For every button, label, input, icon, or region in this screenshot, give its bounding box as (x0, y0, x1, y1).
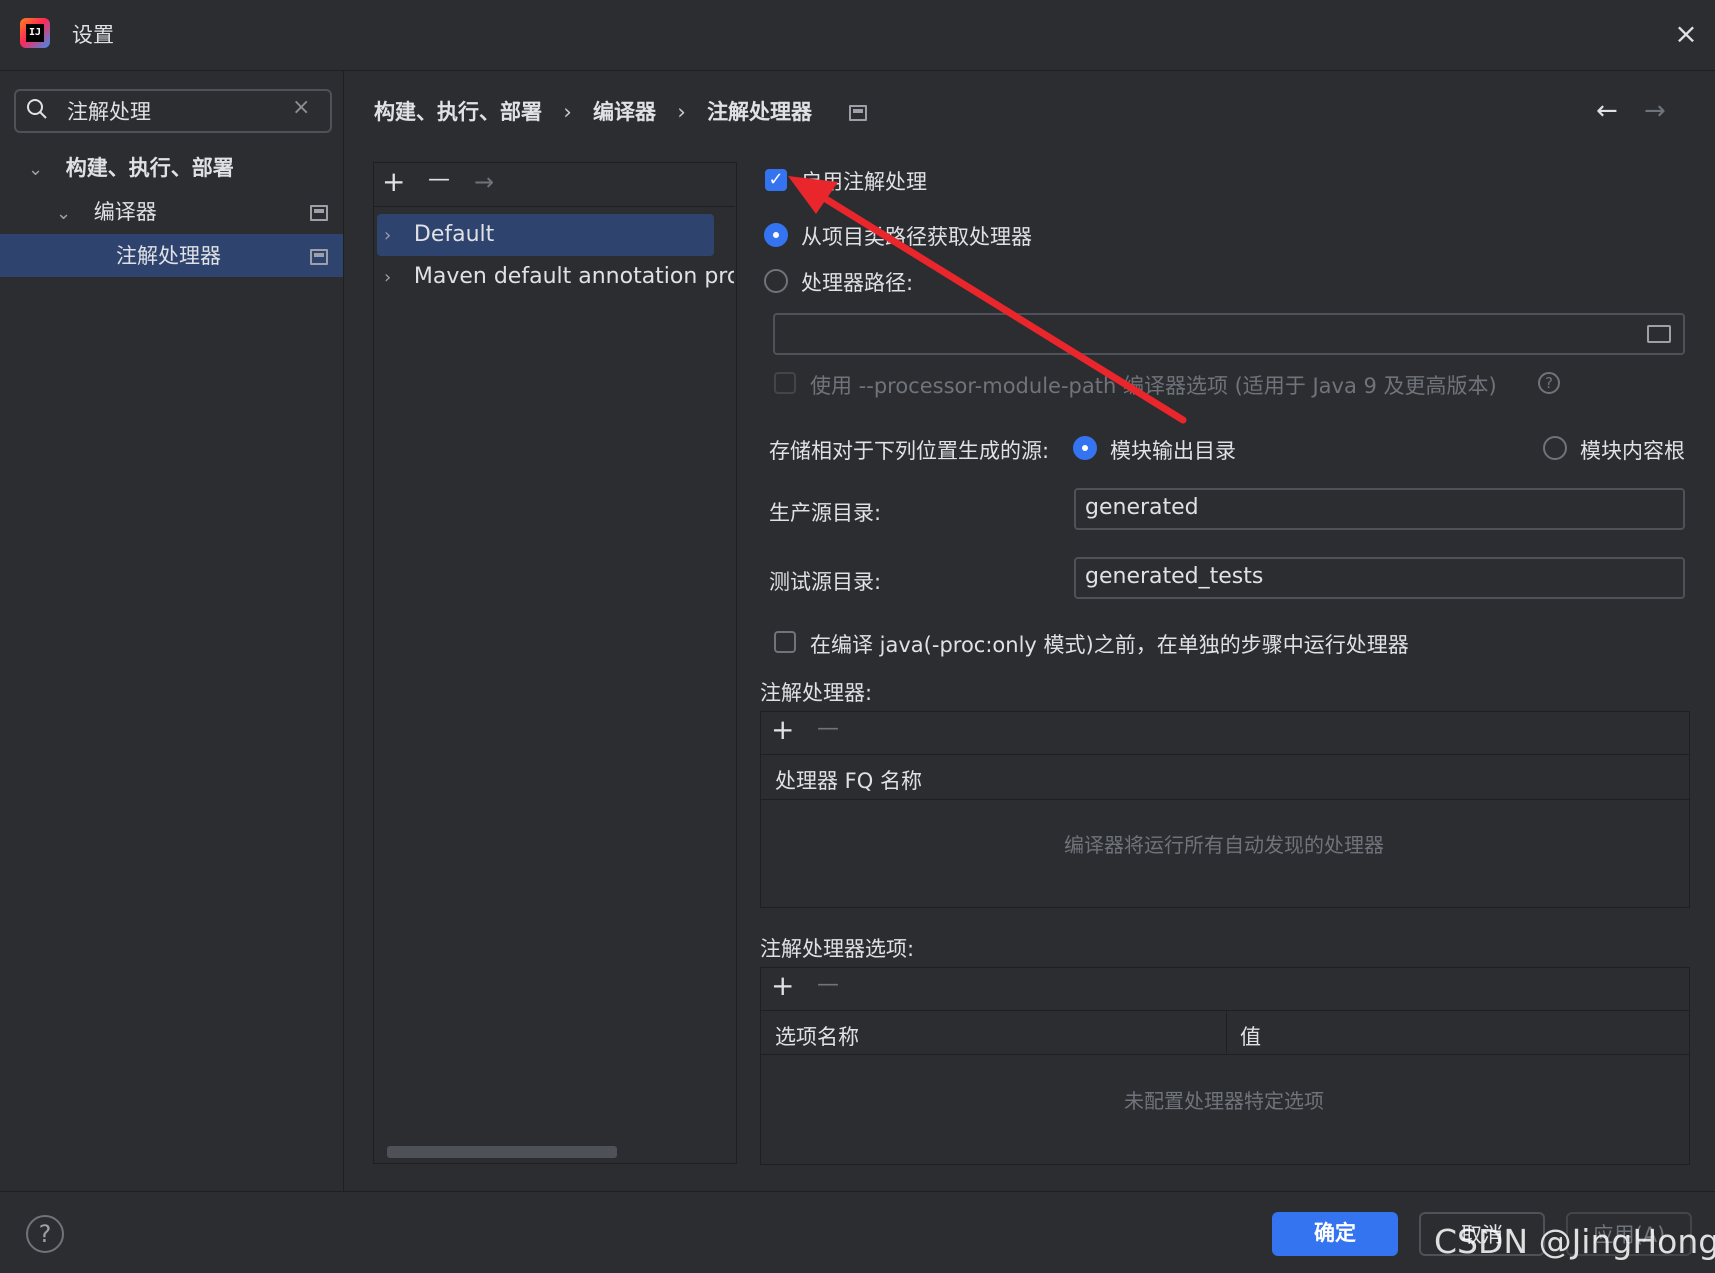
separate-step-label: 在编译 java(-proc:only 模式)之前，在单独的步骤中运行处理器 (810, 633, 1409, 657)
tree-item-compiler[interactable]: ⌄ 编译器 (56, 192, 157, 232)
module-output-radio[interactable] (1073, 436, 1097, 460)
test-dir-value: generated_tests (1085, 564, 1264, 589)
chevron-right-icon: › (384, 267, 392, 288)
clear-search-icon[interactable]: × (292, 95, 310, 120)
back-arrow-icon[interactable]: ← (1596, 96, 1618, 126)
search-value: 注解处理 (67, 100, 151, 124)
horizontal-scrollbar[interactable] (387, 1146, 617, 1158)
forward-arrow-icon[interactable]: → (1644, 96, 1666, 126)
options-title: 注解处理器选项: (760, 937, 915, 961)
processors-empty-message: 编译器将运行所有自动发现的处理器 (1064, 833, 1384, 857)
breadcrumb-item: 注解处理器 (707, 100, 813, 124)
breadcrumb: 构建、执行、部署 › 编译器 › 注解处理器 (374, 96, 826, 126)
ok-button[interactable]: 确定 (1272, 1212, 1398, 1256)
options-empty-message: 未配置处理器特定选项 (1124, 1089, 1324, 1113)
project-level-icon (849, 105, 867, 121)
prod-dir-label: 生产源目录: (769, 501, 882, 525)
processor-name-column-header[interactable]: 处理器 FQ 名称 (775, 765, 922, 795)
annotation-arrow (788, 176, 1187, 424)
content-root-label: 模块内容根 (1580, 439, 1685, 463)
help-button[interactable]: ? (26, 1215, 64, 1253)
profile-item-maven[interactable]: › Maven default annotation proc (384, 256, 734, 296)
store-label: 存储相对于下列位置生成的源: (769, 439, 1050, 463)
title-bar (0, 0, 1715, 71)
options-toolbar (760, 967, 1690, 1012)
prod-dir-value: generated (1085, 495, 1199, 520)
chevron-down-icon: ⌄ (28, 159, 44, 180)
search-input[interactable] (14, 89, 332, 133)
project-level-icon (310, 205, 328, 221)
tree-item-label: 编译器 (93, 200, 157, 224)
breadcrumb-separator: › (677, 100, 686, 124)
intellij-logo-icon: IJ (20, 18, 50, 48)
test-dir-label: 测试源目录: (769, 570, 882, 594)
profile-label: Maven default annotation proc (413, 264, 734, 289)
breadcrumb-item[interactable]: 编译器 (593, 100, 656, 124)
pane-divider (343, 71, 344, 1191)
column-divider (1226, 1010, 1227, 1053)
profile-row: › Default (384, 214, 494, 254)
remove-profile-button[interactable]: — (428, 165, 450, 195)
add-processor-button[interactable]: + (771, 715, 794, 745)
tree-item-build[interactable]: ⌄ 构建、执行、部署 (28, 148, 234, 188)
profile-label: Default (413, 222, 495, 247)
options-header-row (760, 1010, 1690, 1055)
help-icon[interactable]: ? (1538, 372, 1560, 394)
project-level-icon (310, 249, 328, 265)
profiles-panel (373, 162, 737, 1164)
breadcrumb-separator: › (563, 100, 572, 124)
remove-processor-button[interactable]: — (817, 714, 839, 744)
tree-item-label: 构建、执行、部署 (65, 156, 234, 180)
tree-item-label: 注解处理器 (116, 244, 221, 268)
content-root-radio[interactable] (1543, 436, 1567, 460)
move-module-button[interactable]: → (474, 167, 494, 197)
chevron-right-icon: › (384, 225, 392, 246)
folder-icon[interactable] (1647, 325, 1671, 343)
separate-step-checkbox[interactable] (774, 631, 796, 653)
option-value-column-header[interactable]: 值 (1240, 1021, 1261, 1051)
add-profile-button[interactable]: + (382, 167, 405, 197)
watermark: CSDN @JingHongB (1434, 1222, 1715, 1261)
processors-title: 注解处理器: (760, 681, 873, 705)
close-icon[interactable]: × (1670, 18, 1702, 50)
window-title: 设置 (72, 23, 114, 47)
module-output-label: 模块输出目录 (1110, 439, 1236, 463)
option-name-column-header[interactable]: 选项名称 (775, 1021, 859, 1051)
search-icon (27, 99, 47, 119)
processors-toolbar (760, 711, 1690, 756)
remove-option-button[interactable]: — (817, 970, 839, 1000)
chevron-down-icon: ⌄ (56, 203, 72, 224)
add-option-button[interactable]: + (771, 971, 794, 1001)
breadcrumb-item[interactable]: 构建、执行、部署 (374, 100, 542, 124)
